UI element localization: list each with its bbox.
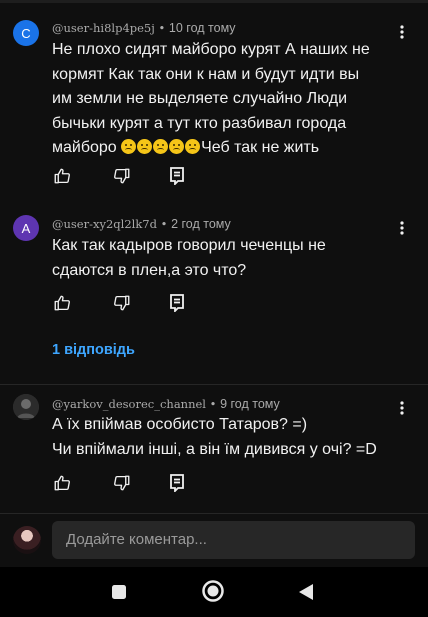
comment-line: Не плохо сидят майборо курят А наших не — [52, 41, 370, 58]
comment-meta: @yarkov_desorec_channel • 9 год тому — [52, 397, 280, 411]
reply-comment-icon — [170, 474, 184, 492]
comment-line: А їх впіймав особисто Татаров? =) — [52, 416, 308, 433]
thumbs-down-icon — [114, 168, 130, 184]
reply-comment-icon — [170, 294, 184, 312]
comment-divider — [0, 384, 428, 385]
reply-button[interactable] — [167, 293, 187, 313]
dislike-button[interactable] — [112, 166, 132, 186]
comment-text: А їх впіймав особисто Татаров? =) Чи впі… — [52, 413, 412, 462]
sad-face-emoji — [121, 139, 137, 154]
sad-face-emoji — [169, 139, 185, 154]
comment-line: им земли не выделяете случайно Люди — [52, 90, 348, 107]
recent-apps-icon[interactable] — [109, 582, 129, 602]
author-avatar[interactable] — [13, 394, 39, 420]
thumbs-up-icon — [54, 168, 70, 184]
comment-meta: @user-hi8lp4pe5j • 10 год тому — [52, 21, 236, 35]
thumbs-up-icon — [54, 295, 70, 311]
add-comment-input[interactable]: Додайте коментар... — [52, 521, 415, 559]
like-button[interactable] — [52, 293, 72, 313]
meta-separator: • — [160, 217, 172, 231]
thumbs-down-icon — [114, 295, 130, 311]
meta-separator: • — [158, 21, 169, 35]
add-comment-bar: Додайте коментар... — [0, 513, 428, 568]
author-name[interactable]: @user-hi8lp4pe5j — [52, 21, 155, 35]
like-button[interactable] — [52, 473, 72, 493]
system-navigation-bar — [0, 567, 428, 617]
reply-comment-icon — [170, 167, 184, 185]
top-divider — [0, 0, 428, 3]
author-avatar[interactable]: C — [13, 20, 39, 46]
meta-separator: • — [209, 397, 221, 411]
current-user-avatar — [13, 526, 41, 554]
reply-button[interactable] — [167, 473, 187, 493]
dislike-button[interactable] — [112, 473, 132, 493]
comment-time: 9 год тому — [220, 397, 280, 411]
sad-face-emoji — [185, 139, 201, 154]
author-name[interactable]: @user-xy2ql2lk7d — [52, 217, 157, 231]
back-icon[interactable] — [296, 582, 316, 602]
comment-time: 10 год тому — [168, 21, 236, 35]
avatar-image-icon — [13, 394, 39, 420]
sad-face-emoji — [137, 139, 153, 154]
view-replies-link[interactable]: 1 відповідь — [52, 342, 135, 358]
comment-meta: @user-xy2ql2lk7d • 2 год тому — [52, 217, 231, 231]
sad-face-emoji — [153, 139, 169, 154]
comment-line: бычьки курят а тут кто разбивал города — [52, 114, 347, 132]
author-name[interactable]: @yarkov_desorec_channel — [52, 397, 206, 411]
comment-line: Чи впіймали інші, а він їм дивився у очі… — [52, 440, 377, 458]
comment-line: сдаются в плен,а это что? — [52, 261, 247, 279]
comment-text: Как так кадыров говорил чеченцы не сдают… — [52, 234, 382, 283]
comment-time: 2 год тому — [171, 217, 231, 231]
emoji-group — [121, 139, 201, 156]
home-icon[interactable] — [201, 579, 225, 603]
more-options-icon[interactable] — [392, 22, 412, 42]
comment-line: Как так кадыров говорил чеченцы не — [52, 237, 326, 254]
dislike-button[interactable] — [112, 293, 132, 313]
comment-line: майборо Чеб так не жить — [52, 139, 320, 156]
author-avatar[interactable]: A — [13, 215, 39, 241]
comment-text: Не плохо сидят майборо курят А наших не … — [52, 38, 382, 161]
thumbs-down-icon — [114, 475, 130, 491]
comment-line: кормят Как так они к нам и будут идти вы — [52, 65, 360, 83]
like-button[interactable] — [52, 166, 72, 186]
thumbs-up-icon — [54, 475, 70, 491]
reply-button[interactable] — [167, 166, 187, 186]
more-options-icon[interactable] — [392, 218, 412, 238]
